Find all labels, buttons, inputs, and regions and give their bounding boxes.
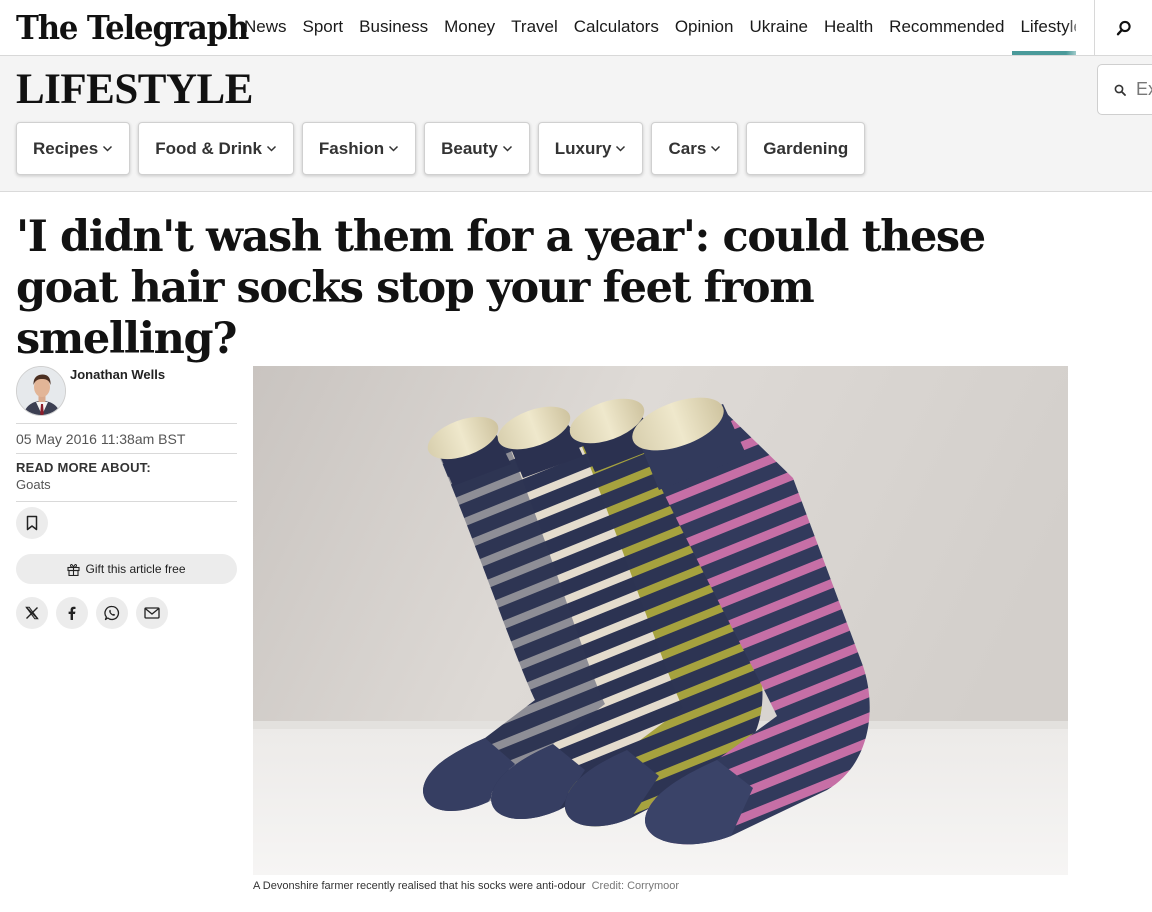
subnav-label: Fashion bbox=[318, 138, 385, 158]
subnav-luxury-button[interactable]: Luxury bbox=[537, 122, 644, 175]
main-nav: News Sport Business Money Travel Calcula… bbox=[236, 0, 1076, 55]
section-subnav: Recipes Food & Drink Fashion Beauty Luxu… bbox=[16, 122, 866, 175]
section-title[interactable]: LIFESTYLE bbox=[16, 66, 253, 114]
top-navigation: The Telegraph News Sport Business Money … bbox=[0, 0, 1152, 56]
search-placeholder: Ex bbox=[1136, 79, 1152, 99]
telegraph-logo[interactable]: The Telegraph bbox=[16, 6, 249, 50]
read-more-about: READ MORE ABOUT: Goats bbox=[16, 454, 237, 502]
gift-article-button[interactable]: Gift this article free bbox=[16, 554, 237, 584]
x-icon bbox=[25, 606, 39, 620]
subnav-label: Cars bbox=[668, 138, 707, 158]
subnav-label: Recipes bbox=[33, 138, 99, 158]
subnav-label: Food & Drink bbox=[155, 138, 262, 158]
image-caption: A Devonshire farmer recently realised th… bbox=[253, 880, 679, 892]
search-icon bbox=[1114, 84, 1126, 96]
nav-item-business[interactable]: Business bbox=[351, 0, 436, 55]
nav-item-health[interactable]: Health bbox=[816, 0, 881, 55]
chevron-down-icon bbox=[266, 145, 276, 152]
subnav-beauty-button[interactable]: Beauty bbox=[424, 122, 530, 175]
chevron-down-icon bbox=[711, 145, 721, 152]
read-more-label: READ MORE ABOUT: bbox=[16, 460, 151, 475]
chevron-down-icon bbox=[502, 145, 512, 152]
gift-label: Gift this article free bbox=[85, 562, 186, 576]
nav-item-news[interactable]: News bbox=[236, 0, 295, 55]
caption-text: A Devonshire farmer recently realised th… bbox=[253, 880, 586, 892]
gift-icon bbox=[67, 563, 81, 576]
share-whatsapp-button[interactable] bbox=[96, 597, 128, 629]
subnav-label: Gardening bbox=[763, 138, 849, 158]
nav-item-opinion[interactable]: Opinion bbox=[667, 0, 742, 55]
subnav-label: Beauty bbox=[441, 138, 498, 158]
subnav-food-drink-button[interactable]: Food & Drink bbox=[138, 122, 294, 175]
search-icon bbox=[1116, 20, 1131, 35]
bookmark-icon bbox=[26, 515, 38, 531]
publish-date: 05 May 2016 11:38am BST bbox=[16, 424, 237, 454]
nav-item-calculators[interactable]: Calculators bbox=[566, 0, 667, 55]
share-x-button[interactable] bbox=[16, 597, 48, 629]
chevron-down-icon bbox=[616, 145, 626, 152]
nav-overflow-fade bbox=[1066, 0, 1096, 55]
nav-item-recommended[interactable]: Recommended bbox=[881, 0, 1012, 55]
author-name[interactable]: Jonathan Wells bbox=[70, 366, 165, 423]
bookmark-button[interactable] bbox=[16, 507, 48, 539]
image-credit: Credit: Corrymoor bbox=[591, 880, 680, 892]
chevron-down-icon bbox=[389, 145, 399, 152]
subnav-fashion-button[interactable]: Fashion bbox=[301, 122, 417, 175]
striped-socks-photo bbox=[253, 366, 1068, 875]
nav-item-sport[interactable]: Sport bbox=[295, 0, 352, 55]
article-headline: 'I didn't wash them for a year': could t… bbox=[16, 212, 986, 364]
author-avatar[interactable] bbox=[16, 366, 66, 416]
section-search-input[interactable]: Ex bbox=[1097, 64, 1152, 115]
share-email-button[interactable] bbox=[136, 597, 168, 629]
author-photo bbox=[17, 367, 65, 415]
article-sidebar: Jonathan Wells 05 May 2016 11:38am BST R… bbox=[16, 366, 237, 629]
subnav-cars-button[interactable]: Cars bbox=[651, 122, 739, 175]
nav-item-money[interactable]: Money bbox=[436, 0, 503, 55]
subnav-gardening-button[interactable]: Gardening bbox=[746, 122, 866, 175]
share-facebook-button[interactable] bbox=[56, 597, 88, 629]
whatsapp-icon bbox=[104, 605, 120, 621]
nav-item-ukraine[interactable]: Ukraine bbox=[741, 0, 816, 55]
chevron-down-icon bbox=[103, 145, 113, 152]
nav-item-travel[interactable]: Travel bbox=[503, 0, 566, 55]
subnav-recipes-button[interactable]: Recipes bbox=[16, 122, 131, 175]
facebook-icon bbox=[68, 606, 76, 620]
search-button[interactable] bbox=[1094, 0, 1152, 55]
topic-link-goats[interactable]: Goats bbox=[16, 477, 237, 492]
author-byline: Jonathan Wells bbox=[16, 366, 237, 424]
article-hero-image[interactable] bbox=[253, 366, 1068, 875]
subnav-label: Luxury bbox=[554, 138, 612, 158]
email-icon bbox=[144, 607, 160, 619]
section-header: LIFESTYLE Ex Recipes Food & Drink Fashio… bbox=[0, 56, 1152, 192]
share-buttons bbox=[16, 597, 237, 629]
